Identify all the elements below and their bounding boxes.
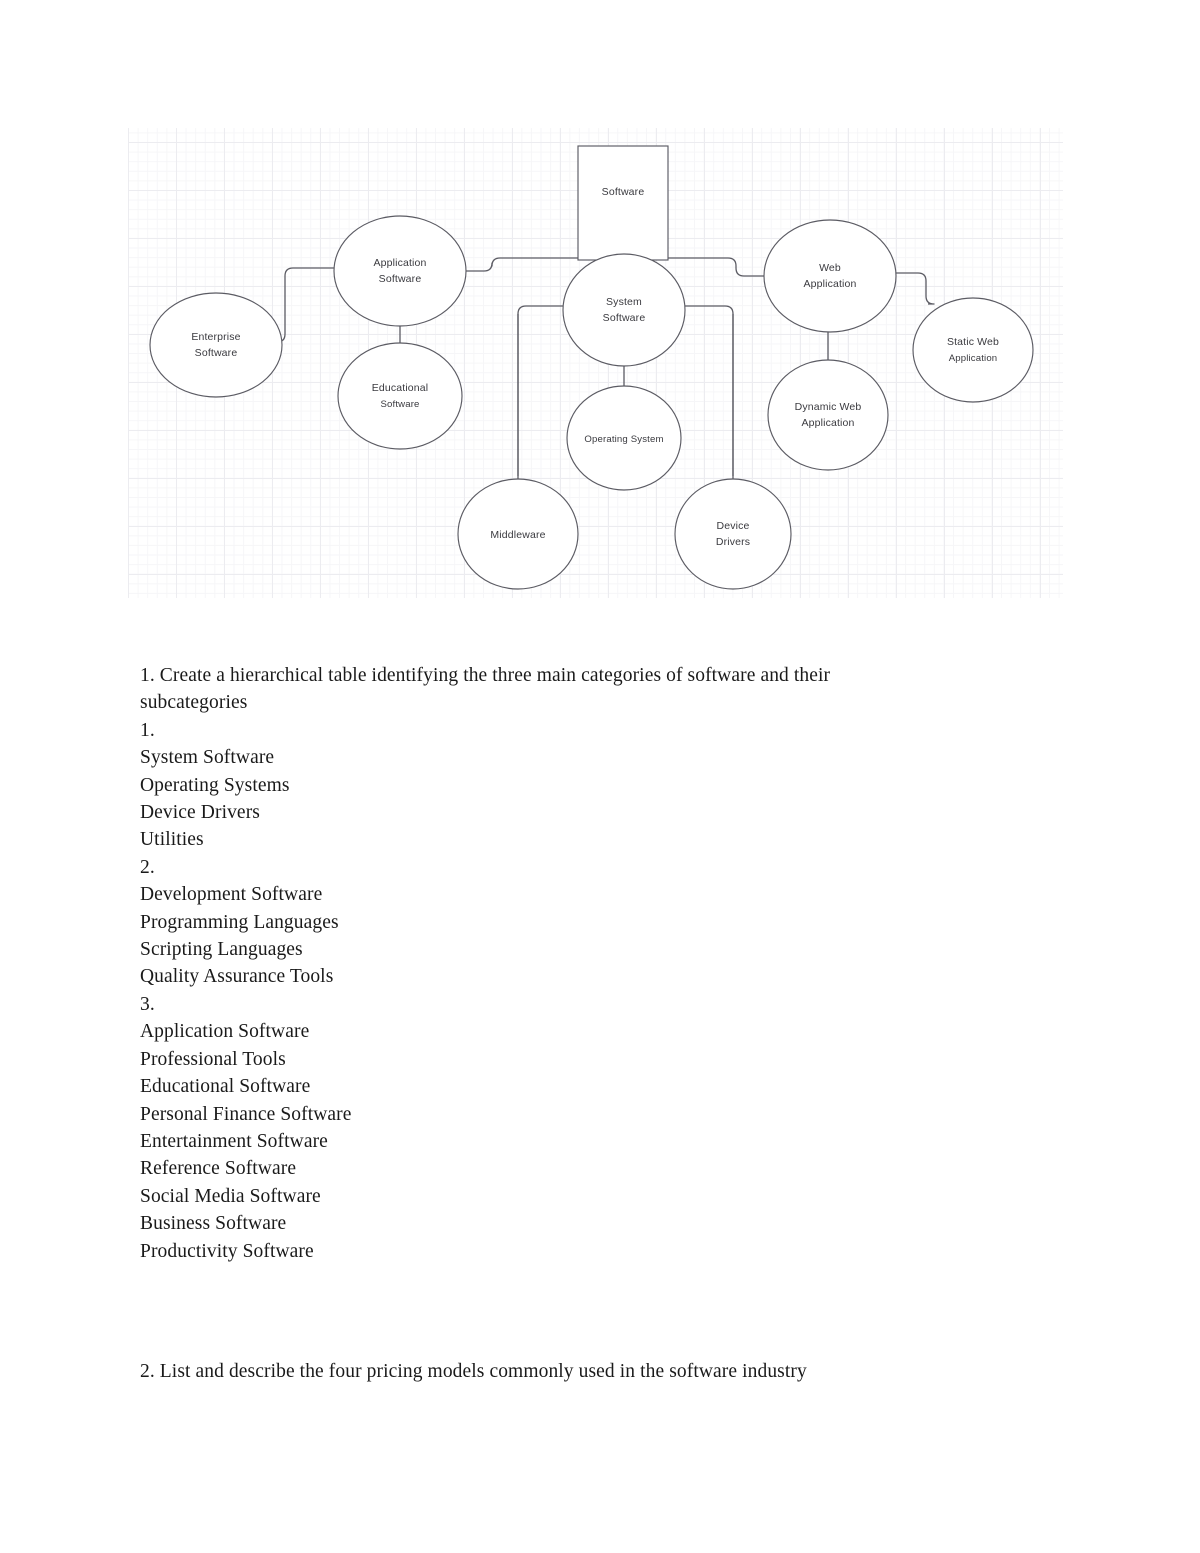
node-dynamic-web-application-shape (767, 359, 889, 471)
node-educational-software[interactable]: Educational Software (337, 342, 463, 450)
doc-line: Development Software (140, 884, 323, 906)
doc-line: subcategories (140, 692, 248, 714)
node-web-application[interactable]: Web Application (763, 219, 897, 333)
node-dynamic-web-application-label-1: Dynamic Web (795, 401, 862, 413)
node-software[interactable]: Software (577, 145, 669, 261)
edge-system-software-to-middleware (517, 305, 565, 476)
doc-line: Professional Tools (140, 1048, 286, 1070)
doc-line: Social Media Software (140, 1185, 321, 1207)
edge-software-to-web-application (668, 257, 765, 277)
node-application-software-shape (333, 215, 467, 327)
diagram-canvas: Software Application Software System Sof… (149, 145, 1034, 590)
edge-web-application-to-static-web-application (896, 272, 935, 305)
doc-line: Scripting Languages (140, 939, 303, 961)
node-enterprise-software-shape (149, 292, 283, 398)
node-device-drivers[interactable]: Device Drivers (674, 478, 792, 590)
software-hierarchy-diagram: Software Application Software System Sof… (128, 128, 1063, 598)
doc-line: Educational Software (140, 1076, 311, 1098)
node-web-application-label-2: Application (803, 278, 856, 290)
node-web-application-shape (763, 219, 897, 333)
node-dynamic-web-application-label-2: Application (801, 417, 854, 429)
node-static-web-application[interactable]: Static Web Application (912, 297, 1034, 403)
node-dynamic-web-application[interactable]: Dynamic Web Application (767, 359, 889, 471)
node-static-web-application-label-1: Static Web (947, 336, 999, 348)
doc-line: 1. Create a hierarchical table identifyi… (140, 665, 831, 686)
doc-line: 2. (140, 856, 155, 878)
node-application-software[interactable]: Application Software (333, 215, 467, 327)
node-enterprise-software-label-2: Software (195, 347, 238, 359)
doc-line: Personal Finance Software (140, 1103, 352, 1125)
node-operating-system-label: Operating System (584, 434, 663, 445)
doc-line: Device Drivers (140, 802, 260, 824)
doc-line: 1. (140, 719, 155, 741)
node-application-software-label-1: Application (373, 257, 426, 269)
node-system-software-label-2: Software (603, 312, 646, 324)
node-middleware-label: Middleware (490, 529, 545, 541)
edge-system-software-to-device-drivers (684, 305, 734, 476)
node-enterprise-software-label-1: Enterprise (191, 331, 240, 343)
node-system-software-label-1: System (606, 296, 642, 308)
doc-line: Entertainment Software (140, 1130, 328, 1152)
doc-line: Reference Software (140, 1158, 297, 1180)
node-operating-system[interactable]: Operating System (566, 385, 682, 491)
node-static-web-application-shape (912, 297, 1034, 403)
doc-line: Quality Assurance Tools (140, 966, 334, 988)
doc-line: Productivity Software (140, 1240, 314, 1262)
node-educational-software-label-2: Software (380, 399, 419, 410)
document-page: Software Application Software System Sof… (0, 0, 1200, 1553)
doc-line: Operating Systems (140, 774, 290, 796)
doc-line: Programming Languages (140, 911, 339, 933)
doc-line: 3. (140, 993, 155, 1015)
node-device-drivers-shape (674, 478, 792, 590)
doc-line: System Software (140, 747, 275, 769)
edge-application-software-to-enterprise-software (276, 267, 334, 343)
question-2-text: 2. List and describe the four pricing mo… (140, 1360, 807, 1382)
node-middleware[interactable]: Middleware (457, 478, 579, 590)
node-application-software-label-2: Software (379, 273, 422, 285)
node-device-drivers-label-1: Device (717, 520, 750, 532)
node-educational-software-label-1: Educational (372, 382, 429, 394)
edge-software-to-application-software (466, 257, 578, 272)
node-web-application-label-1: Web (819, 262, 841, 274)
node-device-drivers-label-2: Drivers (716, 536, 750, 548)
node-static-web-application-label-2: Application (949, 353, 998, 364)
node-enterprise-software[interactable]: Enterprise Software (149, 292, 283, 398)
node-software-shape (577, 145, 669, 261)
node-educational-software-shape (337, 342, 463, 450)
node-system-software[interactable]: System Software (562, 253, 686, 367)
node-software-label: Software (602, 186, 645, 198)
doc-line: Utilities (140, 829, 204, 851)
node-system-software-shape (562, 253, 686, 367)
doc-line: Business Software (140, 1213, 287, 1235)
doc-line: Application Software (140, 1021, 310, 1043)
question-1-block: 1. Create a hierarchical table identifyi… (140, 662, 980, 1265)
question-2-block: 2. List and describe the four pricing mo… (140, 1338, 1000, 1404)
